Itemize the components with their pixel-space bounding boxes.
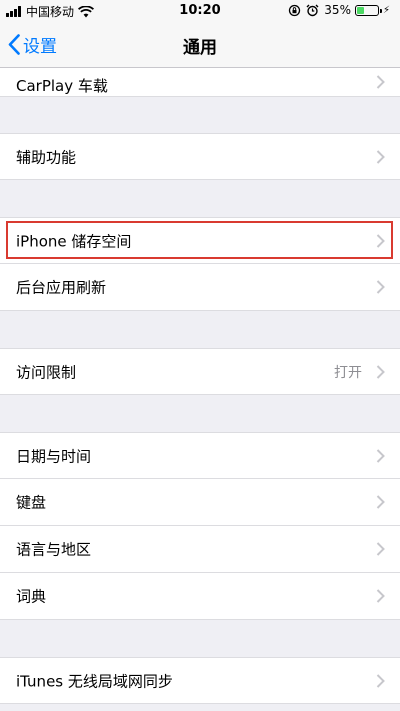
settings-row-dictionary[interactable]: 词典 [0, 573, 400, 620]
chevron-right-icon [376, 673, 385, 688]
settings-row-iphone-storage[interactable]: iPhone 储存空间 [0, 217, 400, 264]
battery-percent: 35% [324, 3, 351, 17]
status-bar: 中国移动 10:20 35% ⚡ [0, 0, 400, 22]
settings-row-background-refresh[interactable]: 后台应用刷新 [0, 264, 400, 311]
row-label: 辅助功能 [16, 148, 77, 166]
row-label: 后台应用刷新 [16, 278, 107, 297]
row-label: 键盘 [16, 493, 47, 512]
battery-fill [356, 6, 364, 14]
alarm-icon [306, 4, 319, 16]
chevron-right-icon [376, 233, 385, 248]
chevron-right-icon [376, 589, 385, 603]
row-label: 日期与时间 [16, 447, 92, 465]
chevron-right-icon [376, 75, 385, 89]
settings-row-keyboard[interactable]: 键盘 [0, 479, 400, 526]
chevron-right-icon [376, 495, 385, 509]
chevron-right-icon [376, 542, 385, 556]
battery-icon [354, 4, 382, 16]
row-label: iPhone 储存空间 [16, 232, 132, 250]
status-right: 35% ⚡ [283, 3, 390, 17]
chevron-right-icon [376, 280, 385, 294]
row-label: iTunes 无线局域网同步 [16, 672, 173, 690]
settings-row-restrictions[interactable]: 访问限制 打开 [0, 348, 400, 395]
charging-icon: ⚡ [382, 4, 390, 16]
row-detail-value: 打开 [334, 364, 362, 381]
settings-row-itunes-wifi-sync[interactable]: iTunes 无线局域网同步 [0, 657, 400, 704]
page-title: 通用 [183, 38, 217, 58]
settings-row-date-time[interactable]: 日期与时间 [0, 432, 400, 479]
row-label: 语言与地区 [16, 540, 92, 559]
settings-row-carplay[interactable]: CarPlay 车载 [0, 68, 400, 97]
row-label: 词典 [16, 587, 47, 606]
row-label: 访问限制 [16, 363, 77, 381]
row-label: CarPlay 车载 [16, 77, 108, 95]
chevron-right-icon [376, 364, 385, 379]
chevron-right-icon [376, 448, 385, 463]
settings-row-accessibility[interactable]: 辅助功能 [0, 133, 400, 180]
navigation-bar: 设置 通用 [0, 22, 400, 68]
settings-row-language-region[interactable]: 语言与地区 [0, 526, 400, 573]
chevron-right-icon [376, 149, 385, 164]
orientation-lock-icon [289, 4, 301, 16]
